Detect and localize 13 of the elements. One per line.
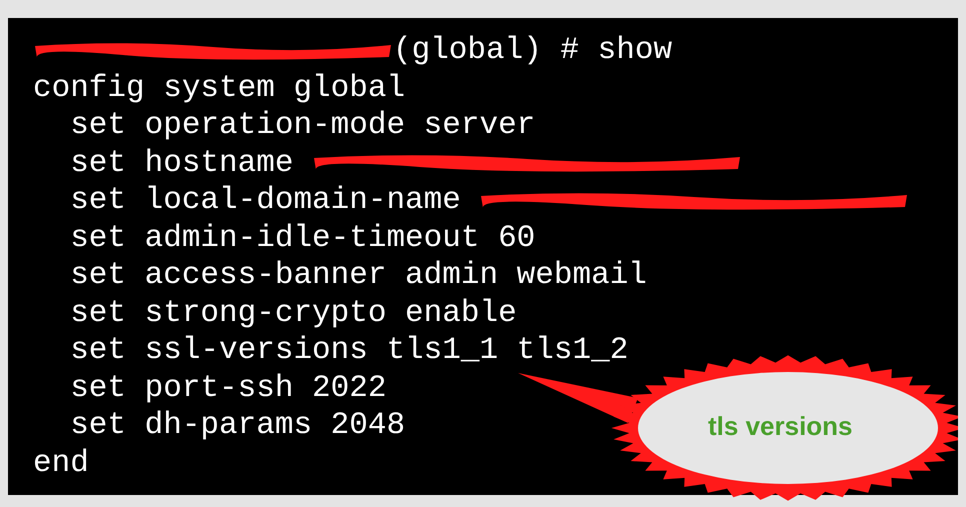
terminal-line: set operation-mode server	[69, 107, 536, 144]
terminal-line: set port-ssh 2022	[69, 370, 386, 407]
terminal-line: set admin-idle-timeout 60	[69, 220, 536, 257]
terminal-line: (global) # show	[393, 32, 672, 70]
terminal-line: set dh-params 2048	[69, 407, 406, 444]
terminal-line: set ssl-versions tls1_1 tls1_2	[69, 332, 628, 370]
terminal-line: set local-domain-name	[69, 182, 462, 220]
callout-label: tls versions	[708, 411, 853, 441]
terminal-line: config system global	[33, 70, 406, 107]
terminal-line: set strong-crypto enable	[69, 294, 517, 332]
terminal-line: end	[33, 444, 89, 482]
terminal-line: set access-banner admin webmail	[69, 257, 647, 294]
terminal-line: set hostname	[69, 144, 294, 182]
